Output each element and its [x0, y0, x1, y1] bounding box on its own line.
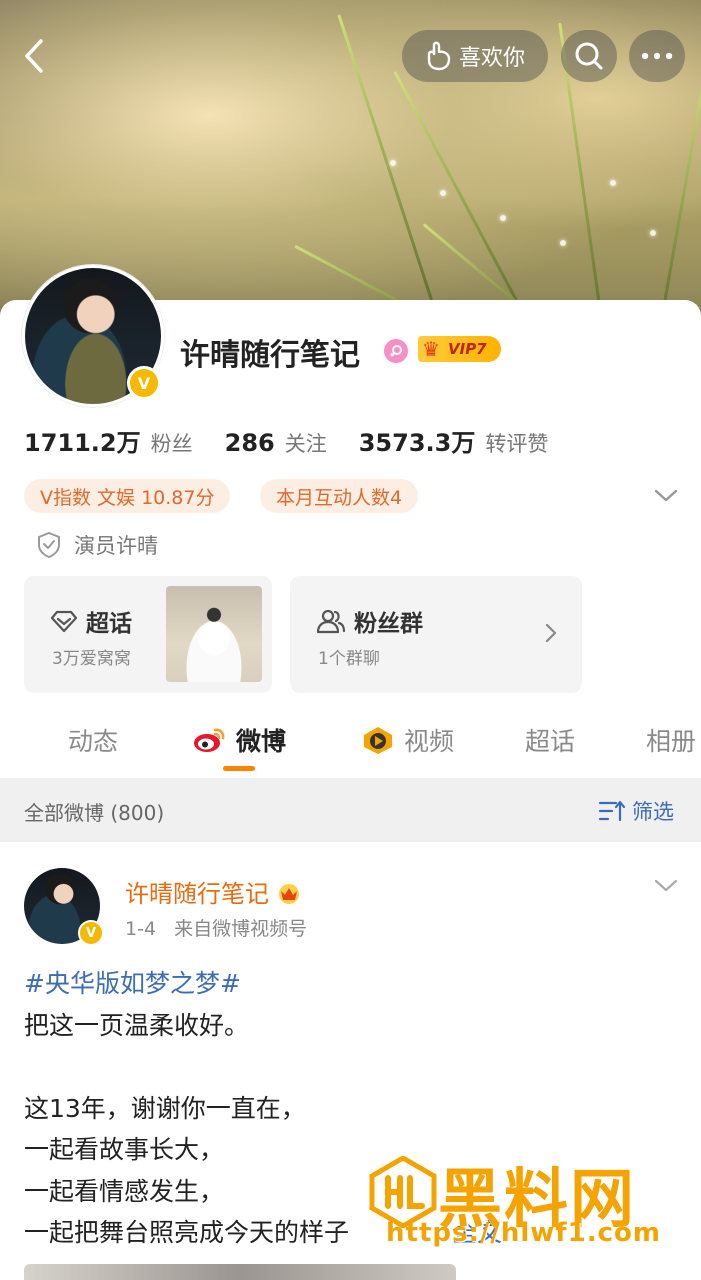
tab-weibo-label: 微博: [236, 727, 287, 756]
dew-drop: [500, 215, 506, 221]
heart-hand-icon: [427, 41, 451, 71]
super-topic-subtitle: 3万爱窝窝: [52, 649, 131, 669]
post-date: 1-4: [125, 918, 157, 940]
tab-album-label: 相册: [646, 727, 697, 756]
post-author-name: 许晴随行笔记: [125, 880, 269, 908]
profile-avatar[interactable]: V: [22, 265, 164, 407]
profile-tabs: 动态 微博 视频 超话 相册: [0, 712, 701, 778]
identity-label: 演员许晴: [74, 534, 158, 558]
post-author-row[interactable]: 许晴随行笔记: [125, 874, 303, 909]
chevron-right-icon: [545, 623, 557, 643]
video-icon: [364, 727, 392, 754]
following-count[interactable]: 286: [225, 429, 275, 457]
tab-album[interactable]: 相册: [646, 722, 696, 758]
back-button[interactable]: [14, 30, 54, 82]
identity-row: 演员许晴: [36, 530, 158, 560]
all-posts-count: 全部微博 (800): [24, 801, 165, 825]
chevron-down-icon[interactable]: [652, 484, 680, 508]
monthly-interaction-tag[interactable]: 本月互动人数4: [260, 479, 419, 513]
tab-dynamics[interactable]: 动态: [68, 722, 118, 758]
female-icon: [384, 339, 408, 363]
crown-icon: ♛: [422, 337, 440, 361]
filter-icon: [598, 800, 626, 822]
filter-button[interactable]: 筛选: [598, 796, 674, 826]
post-source[interactable]: 来自微博视频号: [174, 918, 307, 940]
fans-label[interactable]: 粉丝: [151, 428, 193, 458]
tab-video-label: 视频: [404, 727, 455, 756]
weibo-logo-icon: [194, 728, 225, 752]
following-label[interactable]: 关注: [285, 428, 327, 458]
diamond-icon: [50, 610, 78, 633]
post-video-thumbnail[interactable]: [24, 1264, 456, 1280]
filter-bar: 全部微博 (800) 筛选: [0, 778, 701, 842]
fan-group-tile[interactable]: 粉丝群 1个群聊: [290, 576, 582, 693]
super-topic-title: 超话: [86, 611, 132, 637]
tab-dynamics-label: 动态: [68, 727, 119, 756]
grass-blade: [660, 63, 701, 321]
more-button[interactable]: [629, 30, 685, 82]
tab-video[interactable]: 视频: [360, 722, 454, 758]
interactions-label[interactable]: 转评赞: [485, 428, 548, 458]
like-you-button[interactable]: 喜欢你: [402, 30, 548, 82]
verified-badge: V: [127, 366, 161, 400]
search-button[interactable]: [561, 30, 617, 82]
fans-count[interactable]: 1711.2万: [24, 423, 141, 458]
group-icon: [316, 609, 346, 634]
crown-icon: [279, 883, 299, 904]
dew-drop: [650, 230, 656, 236]
profile-stats: 1711.2万 粉丝 286 关注 3573.3万 转评赞: [24, 423, 580, 458]
active-tab-indicator: [223, 766, 255, 771]
post-author-avatar[interactable]: V: [24, 868, 104, 946]
more-icon: [641, 52, 673, 60]
filter-label: 筛选: [632, 800, 674, 824]
tab-super-topic[interactable]: 超话: [525, 722, 575, 758]
like-you-label: 喜欢你: [458, 46, 525, 71]
grass-blade: [393, 70, 523, 311]
fan-group-subtitle: 1个群聊: [318, 649, 380, 669]
vip-badge[interactable]: ♛ VIP7: [418, 336, 501, 362]
fan-group-title-row: 粉丝群: [316, 604, 423, 638]
dew-drop: [560, 240, 566, 246]
tab-weibo[interactable]: 微博: [192, 722, 286, 758]
dew-drop: [390, 160, 396, 166]
search-icon: [575, 42, 603, 70]
post-meta: 1-4 来自微博视频号: [125, 914, 307, 941]
super-topic-thumbnail: [166, 586, 262, 682]
dew-drop: [610, 180, 616, 186]
v-index-tag[interactable]: V指数 文娱 10.87分: [24, 479, 231, 513]
dew-drop: [440, 190, 446, 196]
vip-label: VIP7: [448, 340, 487, 358]
fan-group-title: 粉丝群: [354, 611, 423, 637]
super-topic-tile[interactable]: 超话 3万爱窝窝: [24, 576, 272, 693]
post-line: 这13年，谢谢你一直在，: [24, 1093, 306, 1123]
watermark-url: https://hlwf1.com: [386, 1218, 661, 1248]
chevron-down-icon[interactable]: [653, 876, 679, 896]
post-hashtag[interactable]: #央华版如梦之梦#: [24, 963, 674, 1005]
shield-icon: [38, 531, 60, 559]
back-arrow-icon: [25, 39, 43, 73]
interactions-count[interactable]: 3573.3万: [359, 423, 476, 458]
post-verified-badge: V: [78, 920, 104, 946]
super-topic-title-row: 超话: [50, 604, 132, 638]
profile-name: 许晴随行笔记: [180, 338, 360, 373]
watermark: 黑料网 https://hlwf1.com: [368, 1148, 678, 1258]
tab-super-topic-label: 超话: [525, 727, 576, 756]
post-line: 把这一页温柔收好。: [24, 1010, 250, 1040]
